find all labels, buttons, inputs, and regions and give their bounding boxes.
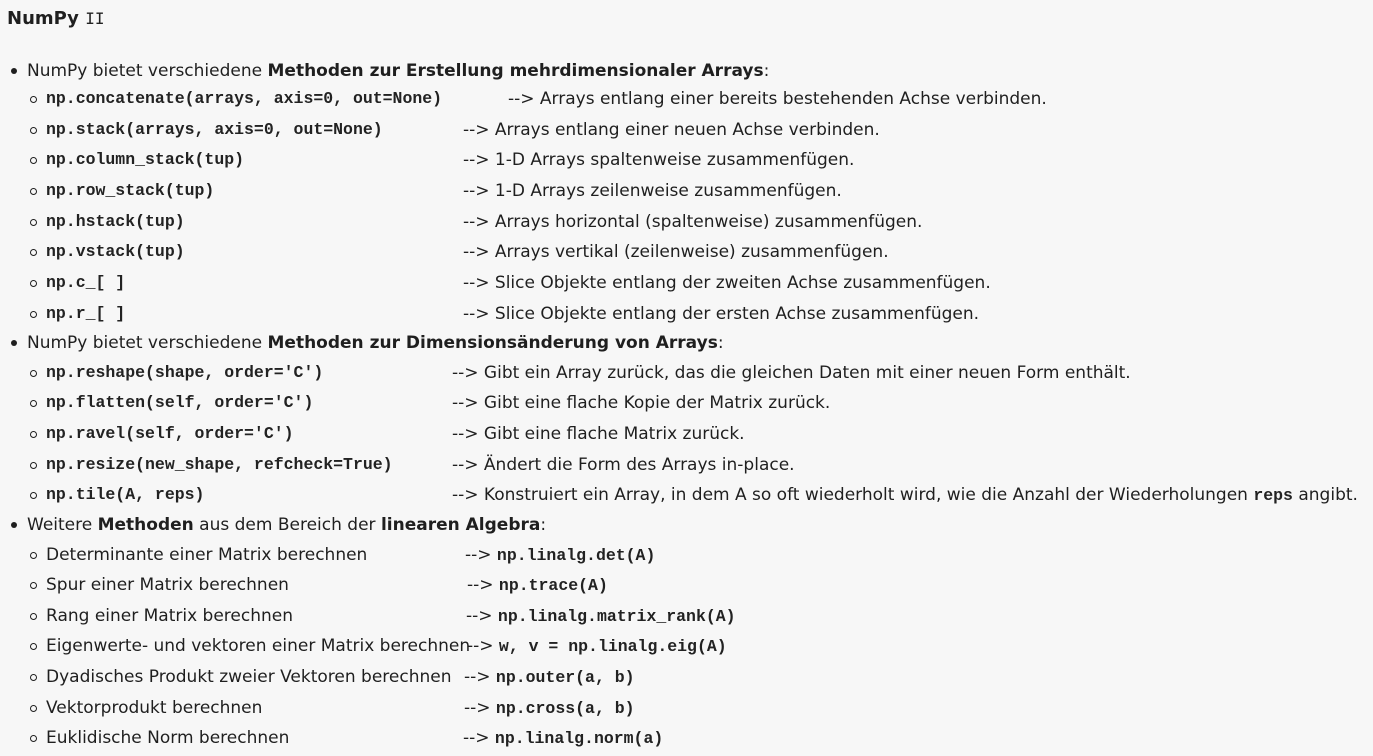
inline-code: reps [1253,486,1293,505]
circle-bullet-icon [30,219,37,226]
circle-bullet-icon [30,249,37,256]
method-description: --> Arrays entlang einer neuen Achse ver… [463,120,880,140]
operation-text: Eigenwerte- und vektoren einer Matrix be… [46,636,471,656]
circle-bullet-icon [30,96,37,103]
method-description: --> 1-D Arrays zeilenweise zusammenfügen… [463,181,842,201]
circle-bullet-icon [30,613,37,620]
method-description: --> Arrays vertikal (zeilenweise) zusamm… [463,242,889,262]
method-code: w, v = np.linalg.eig(A) [498,637,727,656]
intro-bold: Methoden [97,515,194,535]
method-description: --> Gibt eine flache Kopie der Matrix zu… [452,393,831,413]
circle-bullet-icon [30,643,37,650]
page-title: NumPy II [7,7,104,31]
operation-text: Rang einer Matrix berechnen [46,606,294,626]
method-code: np.cross(a, b) [495,699,635,718]
circle-bullet-icon [30,157,37,164]
title-suffix: II [85,9,105,28]
method-description: --> Gibt ein Array zurück, das die gleic… [452,363,1131,383]
method-code: np.ravel(self, order='C') [46,424,294,443]
circle-bullet-icon [30,311,37,318]
intro-bold-2: linearen Algebra [380,515,541,535]
operation-text: Dyadisches Produkt zweier Vektoren berec… [46,667,452,687]
method-code: np.stack(arrays, axis=0, out=None) [46,120,383,139]
circle-bullet-icon [30,705,37,712]
operation-text: Vektorprodukt berechnen [46,698,263,718]
operation-text: Euklidische Norm berechnen [46,728,290,748]
intro-text: NumPy bietet verschiedene [27,61,268,81]
method-code: np.outer(a, b) [495,668,635,687]
intro-text: NumPy bietet verschiedene [27,333,268,353]
circle-bullet-icon [30,735,37,742]
circle-bullet-icon [30,400,37,407]
method-description: --> Gibt eine flache Matrix zurück. [452,424,745,444]
method-code: np.vstack(tup) [46,242,185,261]
circle-bullet-icon [30,674,37,681]
circle-bullet-icon [30,127,37,134]
bullet-icon [11,522,17,528]
circle-bullet-icon [30,552,37,559]
intro-text: Weitere [27,515,98,535]
operation-text: Spur einer Matrix berechnen [46,575,289,595]
method-code: np.linalg.det(A) [496,546,656,565]
description-end: angibt. [1298,485,1358,505]
arrow: --> [467,575,494,595]
circle-bullet-icon [30,431,37,438]
intro-bold: Methoden zur Erstellung mehrdimensionale… [267,61,764,81]
arrow: --> [465,545,492,565]
method-code: np.flatten(self, order='C') [46,393,314,412]
arrow: --> [466,606,493,626]
operation-text: Determinante einer Matrix berechnen [46,545,368,565]
circle-bullet-icon [30,280,37,287]
method-description: --> Slice Objekte entlang der zweiten Ac… [463,273,991,293]
method-code: np.resize(new_shape, refcheck=True) [46,455,393,474]
method-code: np.row_stack(tup) [46,181,215,200]
arrow: --> [467,636,494,656]
method-code: np.reshape(shape, order='C') [46,363,324,382]
method-code: np.trace(A) [498,576,608,595]
circle-bullet-icon [30,582,37,589]
method-code: np.hstack(tup) [46,212,185,231]
method-description: --> Arrays entlang einer bereits bestehe… [508,89,1047,109]
method-code: np.linalg.norm(a) [494,729,664,748]
arrow: --> [464,667,491,687]
method-code: np.r_[ ] [46,304,126,323]
method-code: np.c_[ ] [46,273,126,292]
bullet-icon [11,68,17,74]
method-description: --> Ändert die Form des Arrays in-place. [452,455,795,475]
method-code: np.column_stack(tup) [46,150,245,169]
method-code: np.linalg.matrix_rank(A) [497,607,736,626]
circle-bullet-icon [30,462,37,469]
circle-bullet-icon [30,492,37,499]
bullet-icon [11,340,17,346]
method-description: --> Konstruiert ein Array, in dem A so o… [452,485,1248,505]
method-description: --> Arrays horizontal (spaltenweise) zus… [463,212,923,232]
circle-bullet-icon [30,370,37,377]
title-text: NumPy [7,8,79,29]
method-code: np.concatenate(arrays, axis=0, out=None) [46,89,443,108]
circle-bullet-icon [30,188,37,195]
arrow: --> [463,728,490,748]
intro-bold: Methoden zur Dimensionsänderung von Arra… [267,333,718,353]
method-description: --> Slice Objekte entlang der ersten Ach… [463,304,980,324]
method-code: np.tile(A, reps) [46,485,205,504]
arrow: --> [464,698,491,718]
method-description: --> 1-D Arrays spaltenweise zusammenfüge… [463,150,855,170]
